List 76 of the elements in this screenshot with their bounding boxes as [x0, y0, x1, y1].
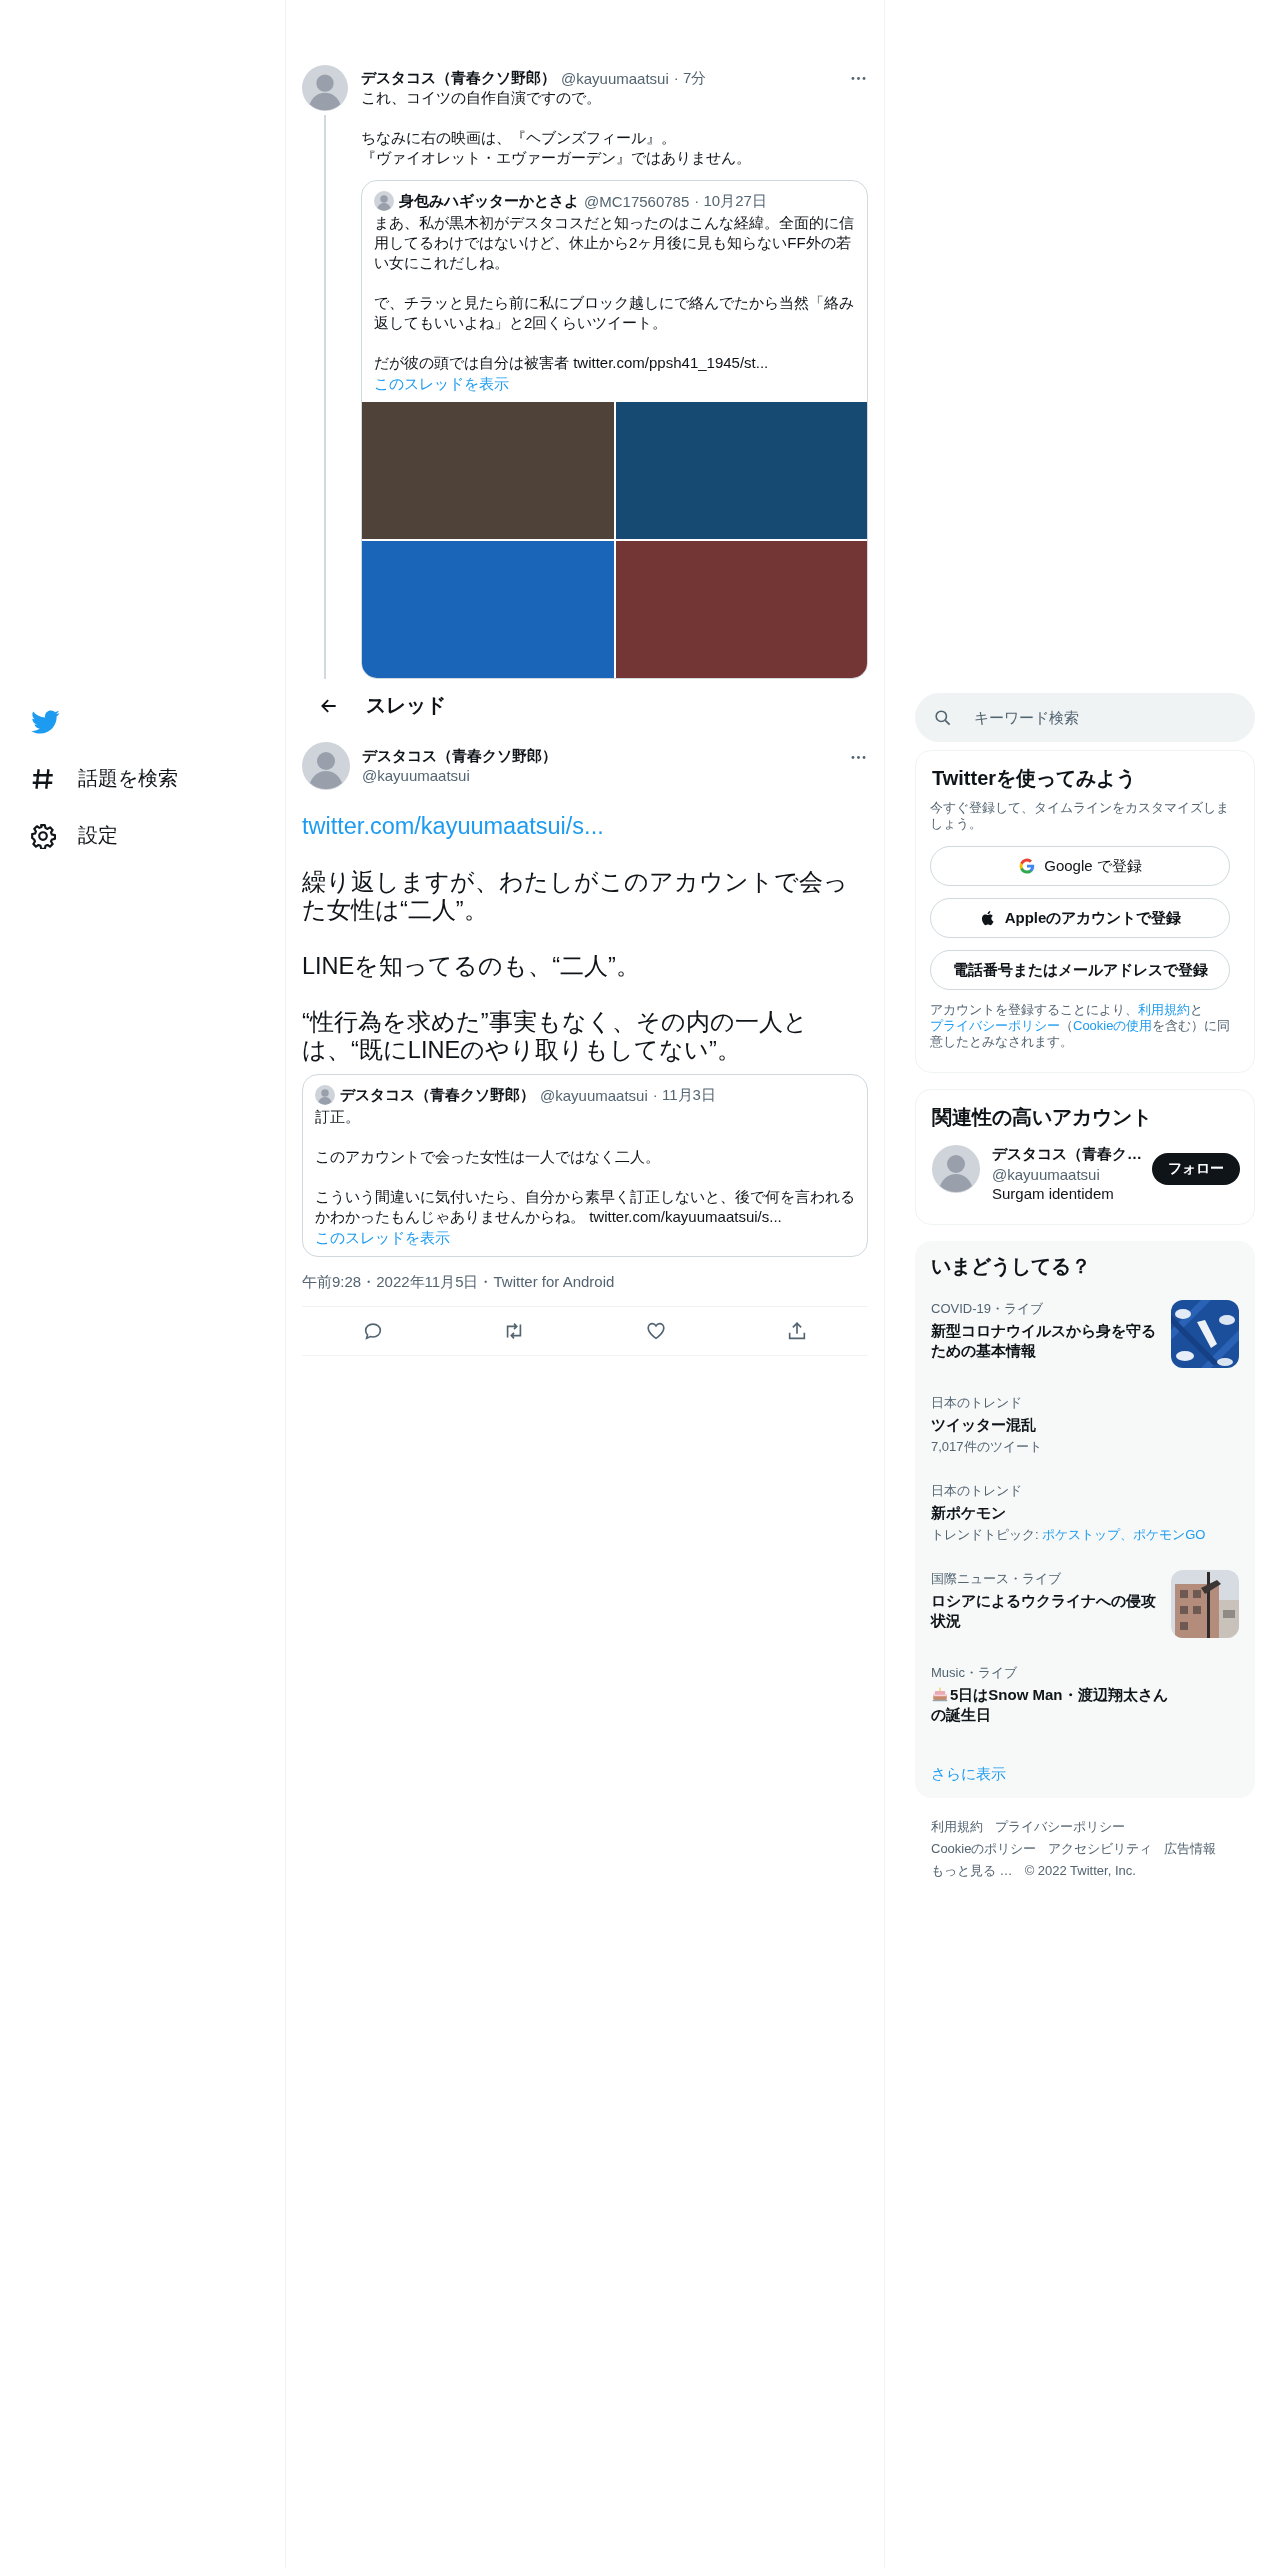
footer-link[interactable]: アクセシビリティ — [1048, 1840, 1153, 1858]
nav-link[interactable]: 話題を検索 — [30, 765, 178, 792]
trend-title[interactable]: 5日はSnow Man・渡辺翔太さんの誕生日 — [931, 1685, 1171, 1725]
tweet-count: 7,017件のツイート — [931, 1438, 1042, 1456]
quoted-text: 訂正。 — [315, 1107, 361, 1127]
trend-title[interactable]: 新型コロナウイルスから身を守るための基本情報 — [931, 1321, 1159, 1361]
tweet-timestamp: 午前9:28・2022年11月5日・Twitter for Android — [302, 1273, 616, 1292]
footer-link[interactable]: 利用規約 — [931, 1818, 983, 1836]
author-handle: @kayuumaatsui — [561, 69, 669, 87]
author-name: 身包みハギッターかとさよ — [399, 191, 579, 211]
quoted-text: このアカウントで会った女性は一人ではなく二人。 — [315, 1147, 661, 1167]
trend-title[interactable]: ロシアによるウクライナへの侵攻状況 — [931, 1591, 1159, 1631]
trend-context: COVID-19・ライブ — [931, 1300, 1043, 1318]
media-tile[interactable] — [362, 402, 614, 539]
signup-button[interactable]: 電話番号またはメールアドレスで登録 — [930, 950, 1230, 990]
settings-icon — [30, 822, 56, 849]
tweet-text: “性行為を求めた”事実もなく、その内の一人とは、“既にLINEのやり取りもしてない”。 — [302, 1008, 809, 1064]
legal-text: アカウントを登録することにより、利用規約 と プライバシーポリシー（Cookieの使用を含む）に同意したとみなされます。 — [930, 1002, 1232, 1050]
tweet-text: LINEを知ってるのも、“二人”。 — [302, 952, 641, 980]
footer-link[interactable]: プライバシーポリシー — [995, 1818, 1125, 1836]
avatar — [932, 1145, 980, 1193]
quoted-text: こういう間違いに気付いたら、自分から素早く訂正しないと、後で何を言われるかわかったもんじゃありませんからね。 twitter.com/kayuumaatsui/s... — [315, 1187, 855, 1227]
avatar — [302, 65, 348, 111]
trend-context: 国際ニュース・ライブ — [931, 1570, 1061, 1588]
account-bio: Surgam identidem — [992, 1185, 1115, 1202]
link[interactable]: twitter.com/kayuumaatsui/s... — [589, 1208, 782, 1225]
author-handle: @kayuumaatsui — [362, 767, 471, 784]
search-input[interactable]: キーワード検索 — [972, 708, 1237, 727]
card-title: いまどうしてる？ — [930, 1254, 1092, 1279]
nav-link[interactable]: 設定 — [30, 822, 118, 849]
trend-topics: トレンドトピック: ポケストップ、ポケモンGO — [931, 1526, 1206, 1544]
author-name: デスタコス（青春クソ野郎） — [340, 1085, 535, 1105]
trend-context: 日本のトレンド — [931, 1394, 1022, 1412]
footer-link[interactable]: Cookieのポリシー — [931, 1840, 1037, 1858]
author-handle: @kayuumaatsui — [540, 1086, 648, 1104]
avatar — [302, 742, 350, 790]
tweet-text: これ、コイツの自作自演ですので。 — [361, 88, 602, 108]
card-title: Twitterを使ってみよう — [931, 766, 1138, 791]
search-field[interactable]: キーワード検索 — [915, 693, 1255, 742]
heart-icon[interactable] — [644, 1320, 667, 1342]
media-tile[interactable] — [362, 541, 614, 678]
page-title: スレッド — [366, 693, 446, 718]
footer-link[interactable]: 広告情報 — [1164, 1840, 1217, 1858]
media-tile[interactable] — [615, 541, 867, 678]
search-icon — [933, 708, 952, 727]
author-handle: @MC17560785 — [584, 192, 690, 210]
signup-button[interactable]: Google で登録 — [930, 846, 1230, 886]
copyright-text: © 2022 Twitter, Inc. — [1024, 1862, 1136, 1880]
trend-title[interactable]: ツイッター混乱 — [931, 1415, 1036, 1435]
avatar — [315, 1085, 335, 1105]
timestamp: · 10月27日 — [694, 191, 767, 211]
author-name: デスタコス（青春クソ野郎） — [361, 68, 556, 88]
footer-link[interactable]: もっと見る … — [931, 1862, 1013, 1880]
trend-title[interactable]: 新ポケモン — [931, 1503, 1006, 1523]
avatar — [374, 191, 394, 211]
card-description: 今すぐ登録して、タイムラインをカスタマイズしましょう。 — [930, 800, 1230, 832]
timestamp: · 7分 — [673, 68, 707, 88]
tweet-text: ちなみに右の映画は、『ヘブンズフィール』。 — [361, 128, 677, 148]
card-title: 関連性の高いアカウント — [931, 1105, 1153, 1130]
account-handle: @kayuumaatsui — [992, 1166, 1101, 1183]
quoted-text: で、チラッと見たら前に私にブロック越しにで絡んでたから当然「絡み返してもいいよね」と2回くらいツイート。 — [374, 293, 855, 333]
trend-context: 日本のトレンド — [931, 1482, 1022, 1500]
link[interactable]: twitter.com/ppsh41_1945/st... — [573, 354, 769, 371]
media-tile[interactable] — [615, 402, 867, 539]
signup-button[interactable]: Appleのアカウントで登録 — [930, 898, 1230, 938]
quoted-text: だが彼の頭では自分は被害者 twitter.com/ppsh41_1945/st... — [374, 353, 770, 373]
quoted-text: まあ、私が黒木初がデスタコスだと知ったのはこんな経緯。全面的に信用してるわけではないけど、休止から2ヶ月後に見も知らないFF外の若い女にこれだしね。 — [374, 213, 855, 273]
timestamp: · 11月3日 — [652, 1085, 716, 1105]
trend-context: Music・ライブ — [931, 1664, 1017, 1682]
tweet-text: 『ヴァイオレット・エヴァーガーデン』ではありません。 — [361, 148, 752, 168]
author-name: デスタコス（青春クソ野郎） — [362, 747, 558, 766]
account-name: デスタコス（青春ク… — [992, 1145, 1140, 1164]
cake-icon — [931, 1685, 949, 1703]
follow-button[interactable]: フォロー — [1152, 1153, 1240, 1185]
google-logo-icon — [1018, 857, 1037, 875]
tweet-text: 繰り返しますが、わたしがこのアカウントで会った女性は“二人”。 — [302, 868, 849, 924]
